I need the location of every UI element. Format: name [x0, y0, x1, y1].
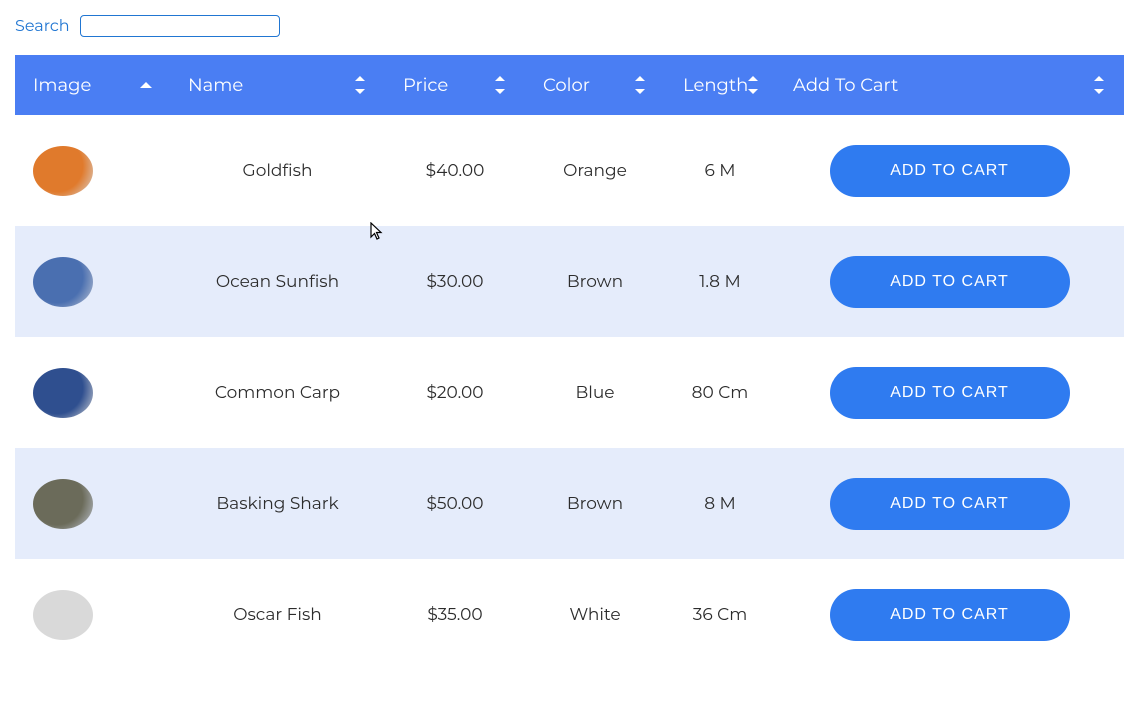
cell-length: 80 Cm: [665, 383, 775, 403]
search-input[interactable]: [80, 15, 280, 37]
table-row: Ocean Sunfish$30.00Brown1.8 M ADD TO CART: [15, 226, 1124, 337]
table-row: Goldfish$40.00Orange6 M ADD TO CART: [15, 115, 1124, 226]
add-to-cart-button[interactable]: ADD TO CART: [830, 256, 1070, 308]
sort-both-icon: [748, 76, 757, 94]
cell-image: [15, 368, 170, 418]
cell-cart: ADD TO CART: [775, 145, 1124, 197]
cell-color: Orange: [525, 161, 665, 181]
col-header-length[interactable]: Length: [665, 55, 775, 115]
cell-color: Blue: [525, 383, 665, 403]
fish-thumbnail: [33, 257, 93, 307]
cell-length: 8 M: [665, 494, 775, 514]
add-to-cart-button[interactable]: ADD TO CART: [830, 145, 1070, 197]
fish-thumbnail: [33, 368, 93, 418]
cell-price: $40.00: [385, 161, 525, 181]
cell-price: $30.00: [385, 272, 525, 292]
table-row: Oscar Fish$35.00White36 Cm ADD TO CART: [15, 559, 1124, 670]
col-header-image[interactable]: Image: [15, 55, 170, 115]
col-header-label: Color: [543, 74, 590, 96]
col-header-price[interactable]: Price: [385, 55, 525, 115]
sort-both-icon: [495, 76, 507, 94]
table-row: Basking Shark$50.00Brown8 M ADD TO CART: [15, 448, 1124, 559]
cell-cart: ADD TO CART: [775, 589, 1124, 641]
cell-cart: ADD TO CART: [775, 367, 1124, 419]
fish-thumbnail: [33, 146, 93, 196]
col-header-name[interactable]: Name: [170, 55, 385, 115]
add-to-cart-button[interactable]: ADD TO CART: [830, 478, 1070, 530]
col-header-label: Add To Cart: [793, 74, 898, 96]
cell-color: White: [525, 605, 665, 625]
col-header-color[interactable]: Color: [525, 55, 665, 115]
col-header-label: Name: [188, 74, 243, 96]
cell-image: [15, 146, 170, 196]
cell-image: [15, 257, 170, 307]
add-to-cart-button[interactable]: ADD TO CART: [830, 367, 1070, 419]
cell-price: $20.00: [385, 383, 525, 403]
product-table: Image Name Price Color Length Add To Car…: [15, 55, 1124, 670]
cell-length: 36 Cm: [665, 605, 775, 625]
cell-color: Brown: [525, 272, 665, 292]
search-label: Search: [15, 17, 70, 36]
table-body: Goldfish$40.00Orange6 MADD TO CARTOcean …: [15, 115, 1124, 670]
cell-name: Basking Shark: [170, 494, 385, 514]
cell-name: Common Carp: [170, 383, 385, 403]
table-header: Image Name Price Color Length Add To Car…: [15, 55, 1124, 115]
fish-thumbnail: [33, 590, 93, 640]
cell-name: Ocean Sunfish: [170, 272, 385, 292]
cell-image: [15, 590, 170, 640]
cell-color: Brown: [525, 494, 665, 514]
cell-name: Goldfish: [170, 161, 385, 181]
cell-image: [15, 479, 170, 529]
col-header-label: Image: [33, 74, 91, 96]
table-row: Common Carp$20.00Blue80 Cm ADD TO CART: [15, 337, 1124, 448]
sort-both-icon: [635, 76, 647, 94]
col-header-cart[interactable]: Add To Cart: [775, 55, 1124, 115]
cell-cart: ADD TO CART: [775, 256, 1124, 308]
cell-price: $35.00: [385, 605, 525, 625]
sort-both-icon: [1094, 76, 1106, 94]
sort-asc-icon: [140, 82, 152, 88]
col-header-label: Price: [403, 74, 448, 96]
cell-price: $50.00: [385, 494, 525, 514]
cell-name: Oscar Fish: [170, 605, 385, 625]
search-row: Search: [15, 15, 1124, 37]
add-to-cart-button[interactable]: ADD TO CART: [830, 589, 1070, 641]
cell-length: 1.8 M: [665, 272, 775, 292]
col-header-label: Length: [683, 74, 748, 96]
fish-thumbnail: [33, 479, 93, 529]
cell-length: 6 M: [665, 161, 775, 181]
sort-both-icon: [355, 76, 367, 94]
cell-cart: ADD TO CART: [775, 478, 1124, 530]
